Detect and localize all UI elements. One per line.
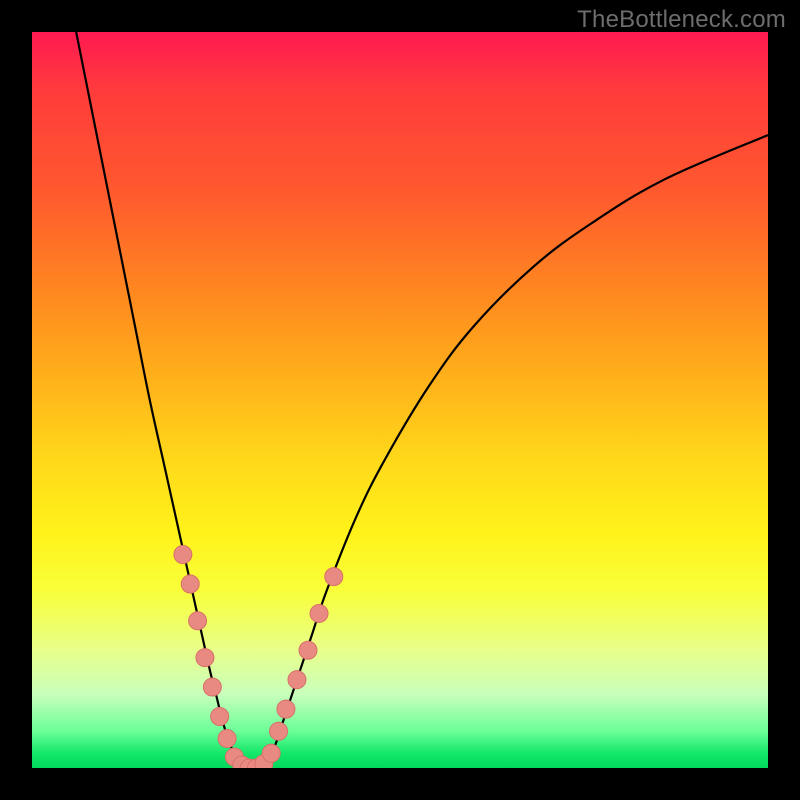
chart-frame: TheBottleneck.com bbox=[0, 0, 800, 800]
curve-marker bbox=[211, 707, 229, 725]
curve-marker bbox=[181, 575, 199, 593]
curve-marker bbox=[299, 641, 317, 659]
plot-area bbox=[32, 32, 768, 768]
curve-marker bbox=[218, 730, 236, 748]
curve-marker bbox=[189, 612, 207, 630]
curve-marker bbox=[325, 568, 343, 586]
markers-svg bbox=[32, 32, 768, 768]
curve-marker bbox=[262, 744, 280, 762]
curve-marker bbox=[277, 700, 295, 718]
curve-marker bbox=[174, 546, 192, 564]
curve-marker bbox=[203, 678, 221, 696]
curve-marker bbox=[196, 649, 214, 667]
curve-marker bbox=[288, 671, 306, 689]
curve-marker bbox=[270, 722, 288, 740]
curve-marker bbox=[310, 604, 328, 622]
watermark-text: TheBottleneck.com bbox=[577, 6, 786, 34]
curve-markers bbox=[174, 546, 343, 768]
